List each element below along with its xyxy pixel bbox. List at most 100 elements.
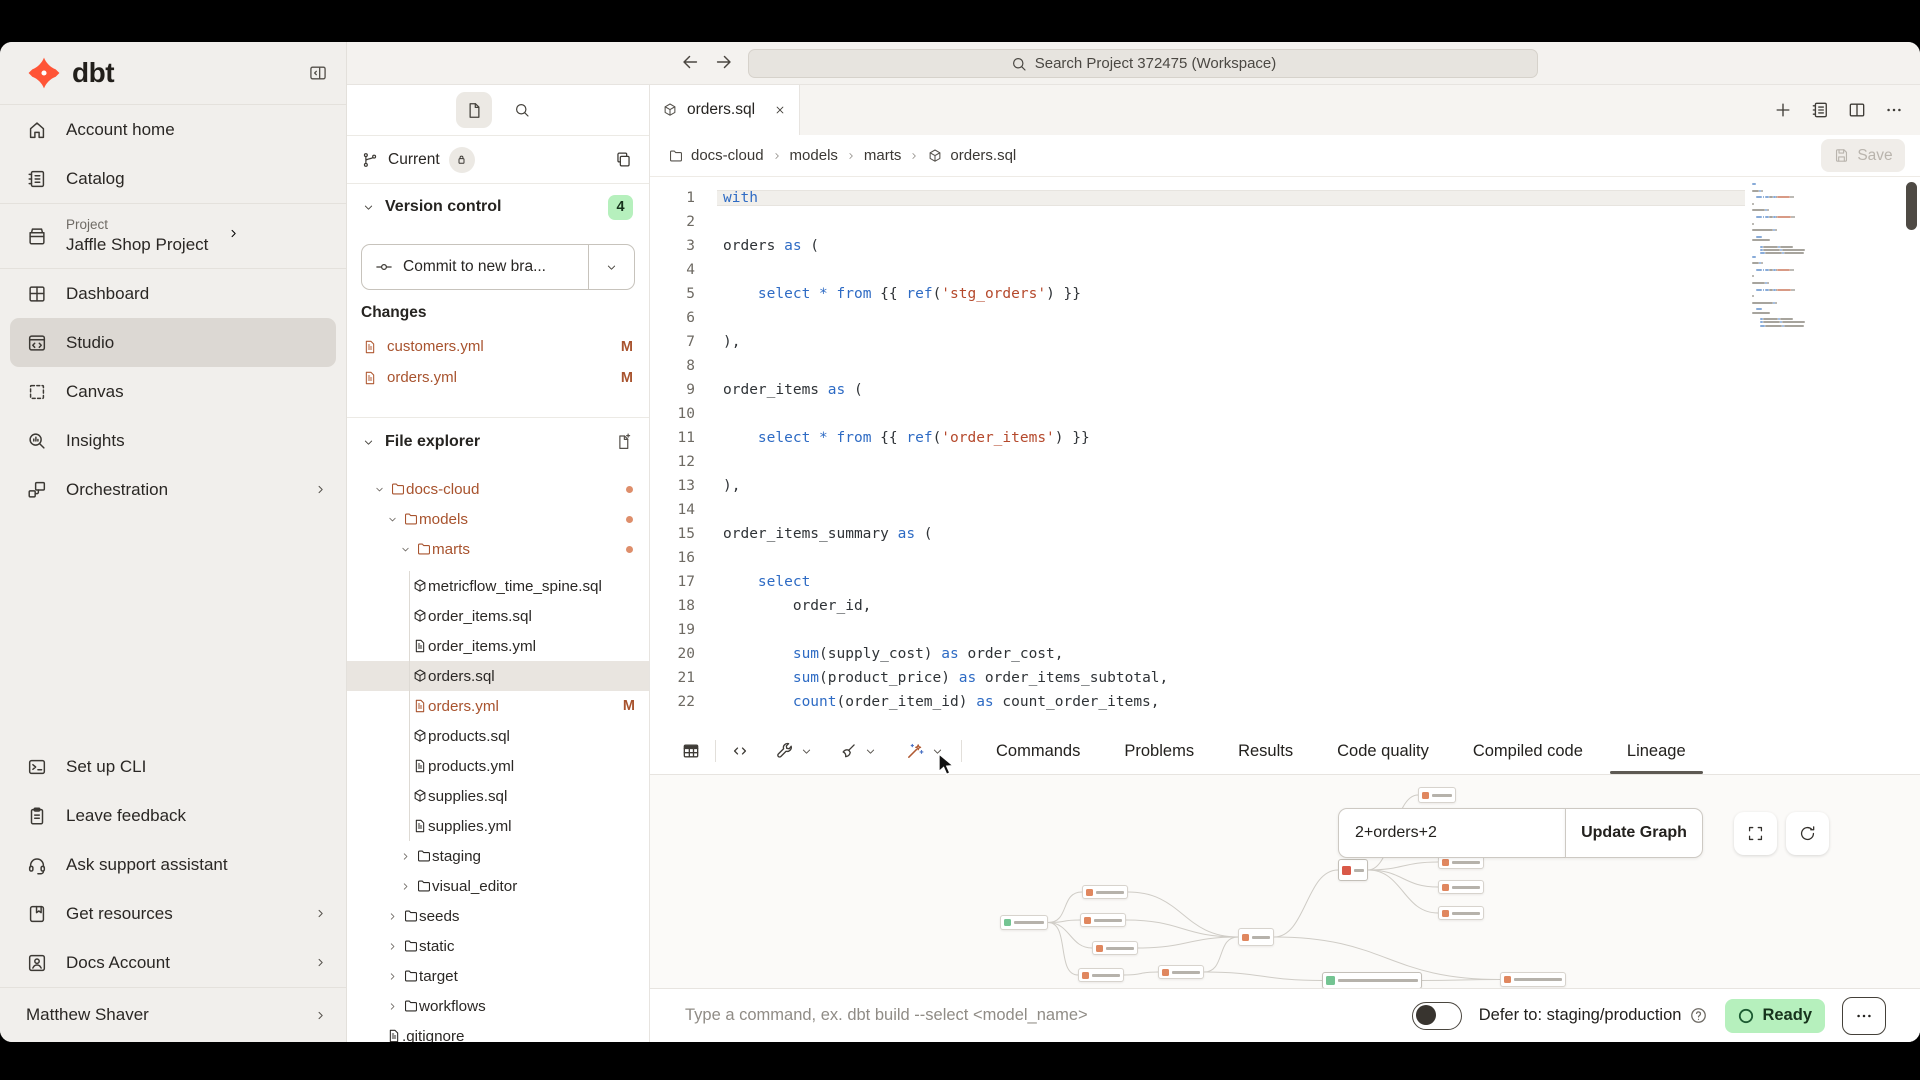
branch-selector[interactable]: Current	[347, 135, 649, 184]
close-tab-icon[interactable]	[773, 103, 787, 117]
user-menu[interactable]: Matthew Shaver	[0, 988, 346, 1042]
tree-item-orders-sql[interactable]: orders.sql	[347, 661, 649, 691]
breadcrumb-item-models[interactable]: models	[790, 147, 838, 164]
tree-item-products-yml[interactable]: products.yml	[347, 751, 649, 781]
lineage-node[interactable]	[1438, 906, 1484, 920]
tree-item-order-items-sql[interactable]: order_items.sql	[347, 601, 649, 631]
commit-button-main[interactable]: Commit to new bra...	[362, 245, 588, 289]
tree-item-models[interactable]: models	[347, 504, 649, 534]
lineage-node[interactable]	[1080, 913, 1126, 927]
lineage-node[interactable]	[1338, 859, 1368, 881]
sidebar-item-project[interactable]: Project Jaffle Shop Project	[0, 204, 346, 268]
tree-item-marts[interactable]: marts	[347, 534, 649, 564]
panel-tab-problems[interactable]: Problems	[1124, 728, 1194, 774]
editor-scrollbar-thumb[interactable]	[1906, 182, 1917, 230]
sidebar-item-account-home[interactable]: Account home	[0, 105, 346, 154]
project-search-input[interactable]: Search Project 372475 (Workspace)	[748, 49, 1538, 78]
chevron-down-icon[interactable]	[863, 744, 878, 759]
panel-tab-code-quality[interactable]: Code quality	[1337, 728, 1429, 774]
search-files-button[interactable]	[504, 92, 540, 128]
lineage-selector-input[interactable]: 2+orders+2	[1338, 808, 1565, 858]
lineage-node[interactable]	[1438, 880, 1484, 894]
lineage-node[interactable]	[1500, 972, 1566, 987]
tree-item-seeds[interactable]: seeds	[347, 901, 649, 931]
refresh-graph-button[interactable]	[1786, 812, 1829, 855]
version-control-header[interactable]: Version control 4	[347, 184, 649, 230]
copy-icon[interactable]	[614, 150, 633, 169]
tree-item-target[interactable]: target	[347, 961, 649, 991]
commit-button[interactable]: Commit to new bra...	[361, 244, 635, 290]
panel-tab-commands[interactable]: Commands	[996, 728, 1080, 774]
sidebar-item-dashboard[interactable]: Dashboard	[0, 269, 346, 318]
tree-item-static[interactable]: static	[347, 931, 649, 961]
format-broom-icon[interactable]	[838, 741, 858, 761]
command-bar[interactable]: Type a command, ex. dbt build --select <…	[650, 988, 1920, 1042]
fix-wand-icon[interactable]	[904, 741, 925, 762]
tree-item-supplies-sql[interactable]: supplies.sql	[347, 781, 649, 811]
history-back-icon[interactable]	[679, 51, 703, 75]
save-button[interactable]: Save	[1821, 139, 1905, 172]
tree-item-supplies-yml[interactable]: supplies.yml	[347, 811, 649, 841]
changed-file-orders-yml[interactable]: orders.yml M	[347, 362, 649, 393]
sidebar-item-set-up-cli[interactable]: Set up CLI	[0, 742, 346, 791]
lineage-node[interactable]	[1418, 787, 1456, 803]
lineage-panel[interactable]: 2+orders+2 Update Graph	[650, 775, 1920, 988]
defer-toggle[interactable]	[1412, 1002, 1462, 1030]
tree-item-visual-editor[interactable]: visual_editor	[347, 871, 649, 901]
more-actions-button[interactable]	[1842, 997, 1886, 1035]
compile-code-icon[interactable]	[730, 741, 750, 761]
breadcrumb-item-orders-sql[interactable]: orders.sql	[927, 147, 1016, 164]
build-wrench-icon[interactable]	[774, 741, 794, 761]
new-tab-icon[interactable]	[1773, 100, 1793, 120]
fullscreen-button[interactable]	[1734, 812, 1777, 855]
tree-item-workflows[interactable]: workflows	[347, 991, 649, 1021]
sidebar-item-orchestration[interactable]: Orchestration	[0, 465, 346, 514]
lineage-node[interactable]	[1238, 928, 1274, 946]
sidebar-item-insights[interactable]: Insights	[0, 416, 346, 465]
status-badge: Ready	[1725, 999, 1825, 1033]
sidebar-item-canvas[interactable]: Canvas	[0, 367, 346, 416]
file-explorer-header[interactable]: File explorer	[347, 418, 649, 466]
lineage-node[interactable]	[1092, 941, 1138, 955]
collapse-sidebar-icon[interactable]	[308, 63, 328, 83]
split-editor-icon[interactable]	[1847, 100, 1867, 120]
commit-options-button[interactable]	[588, 245, 634, 289]
help-icon[interactable]	[1689, 1006, 1708, 1025]
file-view-button[interactable]	[456, 92, 492, 128]
editor-tab-orders-sql[interactable]: orders.sql	[650, 85, 800, 135]
sidebar-item-catalog[interactable]: Catalog	[0, 154, 346, 203]
sidebar-item-studio[interactable]: Studio	[10, 318, 336, 367]
sidebar-item-leave-feedback[interactable]: Leave feedback	[0, 791, 346, 840]
lineage-node[interactable]	[1082, 885, 1128, 899]
update-graph-button[interactable]: Update Graph	[1565, 808, 1703, 858]
tree-item-order-items-yml[interactable]: order_items.yml	[347, 631, 649, 661]
history-forward-icon[interactable]	[713, 51, 737, 75]
chevron-down-icon[interactable]	[930, 744, 945, 759]
sidebar-item-ask-support-assistant[interactable]: Ask support assistant	[0, 840, 346, 889]
lineage-node[interactable]	[1078, 968, 1124, 982]
tree-item-metricflow-time-spine-sql[interactable]: metricflow_time_spine.sql	[347, 571, 649, 601]
tree-item-orders-yml[interactable]: orders.yml M	[347, 691, 649, 721]
breadcrumb-item-marts[interactable]: marts	[864, 147, 902, 164]
more-options-icon[interactable]	[1884, 100, 1904, 120]
panel-tab-results[interactable]: Results	[1238, 728, 1293, 774]
lineage-node[interactable]	[1000, 915, 1048, 930]
tree-item-products-sql[interactable]: products.sql	[347, 721, 649, 751]
changed-file-customers-yml[interactable]: customers.yml M	[347, 331, 649, 362]
panel-tab-compiled-code[interactable]: Compiled code	[1473, 728, 1583, 774]
sidebar-item-get-resources[interactable]: Get resources	[0, 889, 346, 938]
lineage-node[interactable]	[1322, 972, 1422, 988]
tree-item-staging[interactable]: staging	[347, 841, 649, 871]
sidebar-item-docs-account[interactable]: Docs Account	[0, 938, 346, 987]
editor-minimap[interactable]	[1752, 183, 1858, 328]
lineage-node[interactable]	[1158, 965, 1204, 979]
tree-item-gitignore[interactable]: .gitignore	[347, 1021, 649, 1042]
chevron-down-icon[interactable]	[799, 744, 814, 759]
tree-item-docs-cloud[interactable]: docs-cloud	[347, 474, 649, 504]
panel-tab-lineage[interactable]: Lineage	[1627, 728, 1686, 774]
breadcrumb-item-docs-cloud[interactable]: docs-cloud	[668, 147, 764, 164]
results-table-icon[interactable]	[681, 741, 701, 761]
notebook-list-icon[interactable]	[1810, 100, 1830, 120]
code-editor[interactable]: 1 with 2 3 orders as ( 4 5 select * from…	[650, 177, 1920, 728]
new-file-icon[interactable]	[615, 433, 633, 451]
